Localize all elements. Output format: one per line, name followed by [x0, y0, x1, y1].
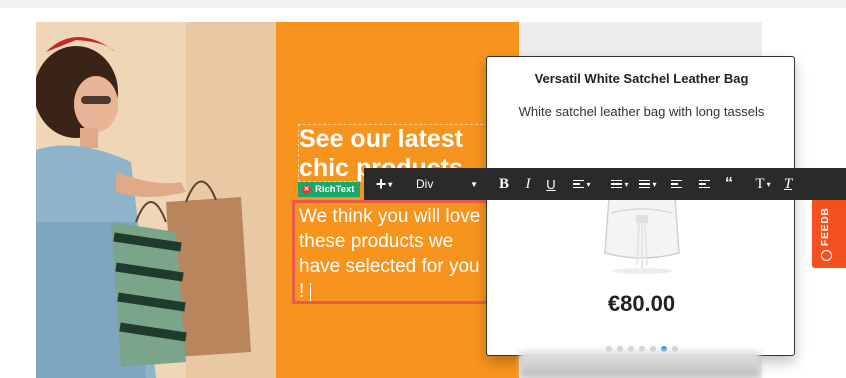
card-shadow: [520, 350, 760, 378]
richtext-editor[interactable]: We think you will love these products we…: [299, 204, 487, 304]
product-title: Versatil White Satchel Leather Bag: [534, 71, 749, 86]
bold-button[interactable]: B: [492, 168, 516, 200]
clear-format-button[interactable]: T: [778, 168, 798, 200]
text-style-button[interactable]: T: [748, 168, 778, 200]
text-caret: [310, 282, 312, 301]
block-type-value: Div: [416, 177, 434, 191]
product-subtitle: White satchel leather bag with long tass…: [518, 104, 765, 119]
headline-line-1: See our latest: [299, 125, 463, 153]
chat-icon: [821, 250, 832, 261]
product-card[interactable]: Versatil White Satchel Leather Bag White…: [486, 56, 795, 356]
bullet-list-icon[interactable]: [606, 168, 634, 200]
component-badge[interactable]: ✕ RichText: [298, 182, 361, 197]
chevron-down-icon: ▼: [470, 179, 478, 189]
hero-photo: [36, 22, 276, 378]
close-icon[interactable]: ✕: [302, 185, 311, 194]
indent-icon[interactable]: [690, 168, 718, 200]
page: See our latest chic products We think yo…: [0, 0, 846, 378]
feedback-label: FEEDB: [820, 207, 831, 246]
richtext-content: We think you will love these products we…: [299, 206, 481, 302]
product-price: €80.00: [607, 291, 676, 316]
numbered-list-icon[interactable]: [634, 168, 662, 200]
richtext-toolbar: + Div ▼ B I U “ T T: [364, 168, 846, 200]
feedback-tab[interactable]: FEEDB: [812, 188, 846, 268]
outdent-icon[interactable]: [662, 168, 690, 200]
block-type-select[interactable]: Div ▼: [412, 168, 480, 200]
align-icon[interactable]: [568, 168, 596, 200]
underline-button[interactable]: U: [540, 168, 562, 200]
component-badge-label: RichText: [315, 184, 355, 195]
italic-button[interactable]: I: [516, 168, 540, 200]
blockquote-button[interactable]: “: [718, 168, 740, 200]
top-strip: [0, 0, 846, 8]
plus-icon[interactable]: +: [364, 168, 404, 200]
